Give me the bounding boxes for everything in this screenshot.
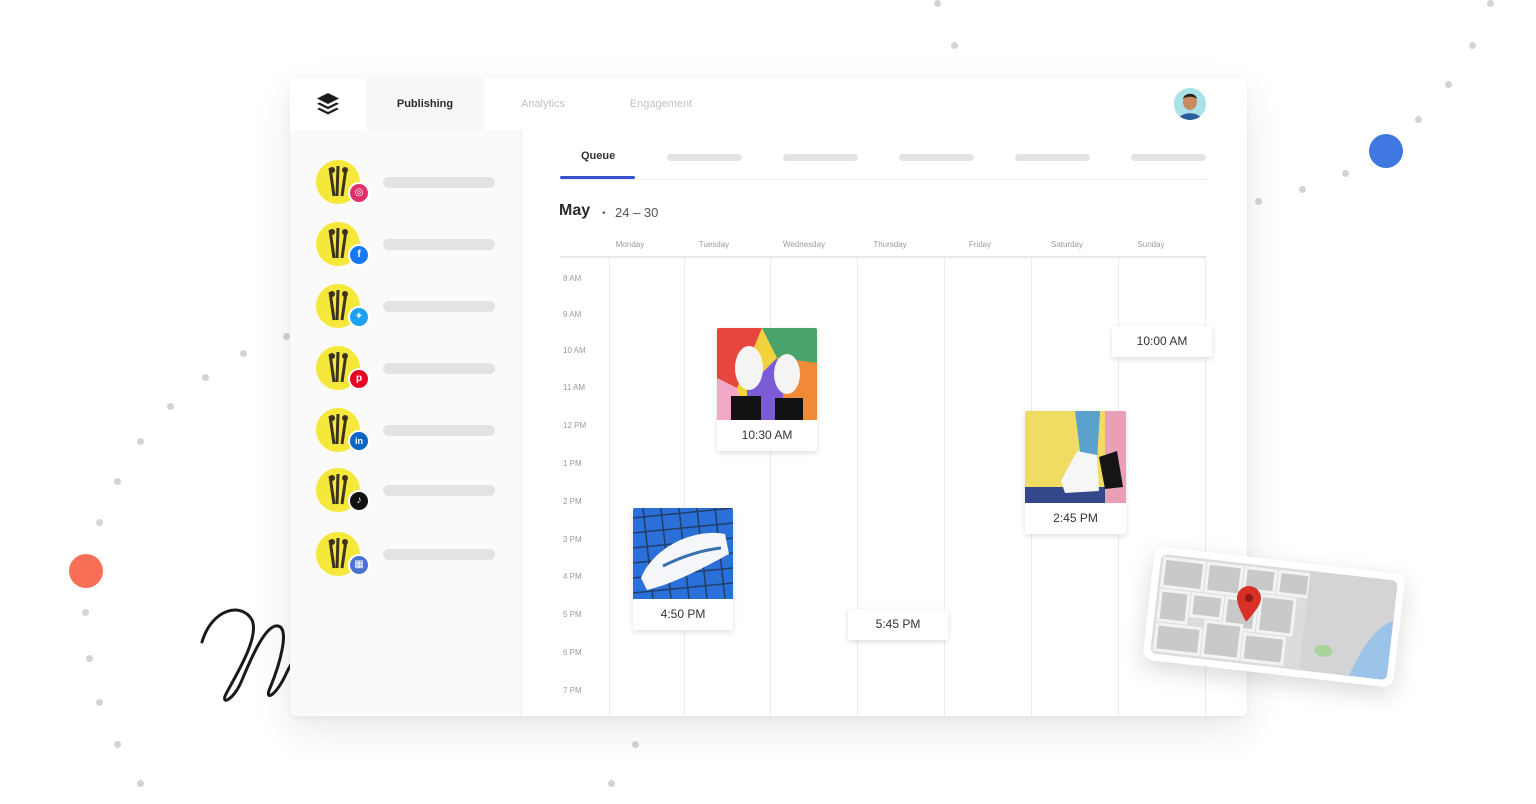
hour-label: 3 PM <box>563 535 582 544</box>
post-time: 4:50 PM <box>660 607 706 621</box>
account-linkedin[interactable]: in <box>316 408 516 458</box>
tab-placeholder[interactable] <box>1015 154 1090 161</box>
tab-queue[interactable]: Queue <box>581 150 615 162</box>
column-divider <box>857 258 858 716</box>
user-avatar[interactable] <box>1174 88 1206 120</box>
tab-engagement[interactable]: Engagement <box>602 78 720 130</box>
day-header-sunday: Sunday <box>1137 240 1165 249</box>
scheduled-post-monday[interactable]: 4:50 PM <box>633 508 733 630</box>
app-window: Publishing Analytics Engagement ◎ f ✦ p … <box>290 78 1247 716</box>
hour-label: 7 PM <box>563 686 582 695</box>
hour-label: 10 AM <box>563 346 586 355</box>
post-image-sneakers-colorful <box>717 328 817 420</box>
account-facebook[interactable]: f <box>316 222 516 272</box>
account-name-placeholder <box>383 425 495 436</box>
decor-coral-circle <box>69 554 103 588</box>
post-image-sneaker-yellow <box>1025 411 1126 503</box>
day-header-monday: Monday <box>615 240 645 249</box>
linkedin-icon: in <box>348 430 370 452</box>
account-name-placeholder <box>383 301 495 312</box>
date-range: 24 – 30 <box>615 205 659 220</box>
tab-publishing[interactable]: Publishing <box>366 78 484 130</box>
tab-placeholder[interactable] <box>667 154 742 161</box>
tab-analytics[interactable]: Analytics <box>484 78 602 130</box>
hour-label: 8 AM <box>563 274 582 283</box>
calendar-month: May <box>559 202 591 219</box>
account-twitter[interactable]: ✦ <box>316 284 516 334</box>
storefront-icon: ▦ <box>348 554 370 576</box>
hour-label: 1 PM <box>563 459 582 468</box>
post-time: 5:45 PM <box>875 617 921 631</box>
hour-label: 5 PM <box>563 610 582 619</box>
tab-placeholder[interactable] <box>1131 154 1206 161</box>
day-header-friday: Friday <box>968 240 992 249</box>
account-instagram[interactable]: ◎ <box>316 160 516 210</box>
date-separator: • <box>602 208 606 219</box>
tab-placeholder[interactable] <box>783 154 858 161</box>
facebook-icon: f <box>348 244 370 266</box>
day-header-divider <box>560 256 1206 258</box>
tabs-divider <box>560 179 1206 180</box>
account-shop[interactable]: ▦ <box>316 532 516 582</box>
tab-placeholder[interactable] <box>899 154 974 161</box>
hour-label: 9 AM <box>563 310 582 319</box>
account-pinterest[interactable]: p <box>316 346 516 396</box>
scheduled-post-sunday[interactable]: 10:00 AM <box>1112 326 1212 357</box>
hour-label: 4 PM <box>563 572 582 581</box>
post-time: 10:30 AM <box>741 428 793 442</box>
account-name-placeholder <box>383 549 495 560</box>
post-time: 10:00 AM <box>1136 334 1188 348</box>
day-header-thursday: Thursday <box>873 240 907 249</box>
column-divider <box>944 258 945 716</box>
pinterest-icon: p <box>348 368 370 390</box>
scheduled-post-thursday[interactable]: 5:45 PM <box>848 609 948 640</box>
column-divider <box>684 258 685 716</box>
hour-label: 12 PM <box>563 421 587 430</box>
tiktok-icon: ♪ <box>348 490 370 512</box>
top-nav: Publishing Analytics Engagement <box>290 78 1247 131</box>
account-name-placeholder <box>383 239 495 250</box>
account-name-placeholder <box>383 485 495 496</box>
post-image-sneaker-blue <box>633 508 733 599</box>
instagram-icon: ◎ <box>348 182 370 204</box>
day-header-tuesday: Tuesday <box>698 240 730 249</box>
user-photo <box>1174 88 1206 120</box>
day-header-wednesday: Wednesday <box>782 240 826 249</box>
map-view <box>1150 553 1398 681</box>
column-divider <box>770 258 771 716</box>
account-sidebar: ◎ f ✦ p in ♪ ▦ <box>290 130 522 716</box>
account-name-placeholder <box>383 363 495 374</box>
post-time: 2:45 PM <box>1053 511 1098 525</box>
scheduled-post-saturday[interactable]: 2:45 PM <box>1025 411 1126 534</box>
buffer-stack-icon[interactable] <box>315 91 341 117</box>
hour-label: 11 AM <box>563 383 586 392</box>
twitter-icon: ✦ <box>348 306 370 328</box>
column-divider <box>609 258 610 716</box>
day-header-saturday: Saturday <box>1050 240 1084 249</box>
hour-label: 6 PM <box>563 648 582 657</box>
account-tiktok[interactable]: ♪ <box>316 468 516 518</box>
decor-blue-circle <box>1369 134 1403 168</box>
hour-label: 2 PM <box>563 497 582 506</box>
scheduled-post-tuesday[interactable]: 10:30 AM <box>717 328 817 451</box>
account-name-placeholder <box>383 177 495 188</box>
